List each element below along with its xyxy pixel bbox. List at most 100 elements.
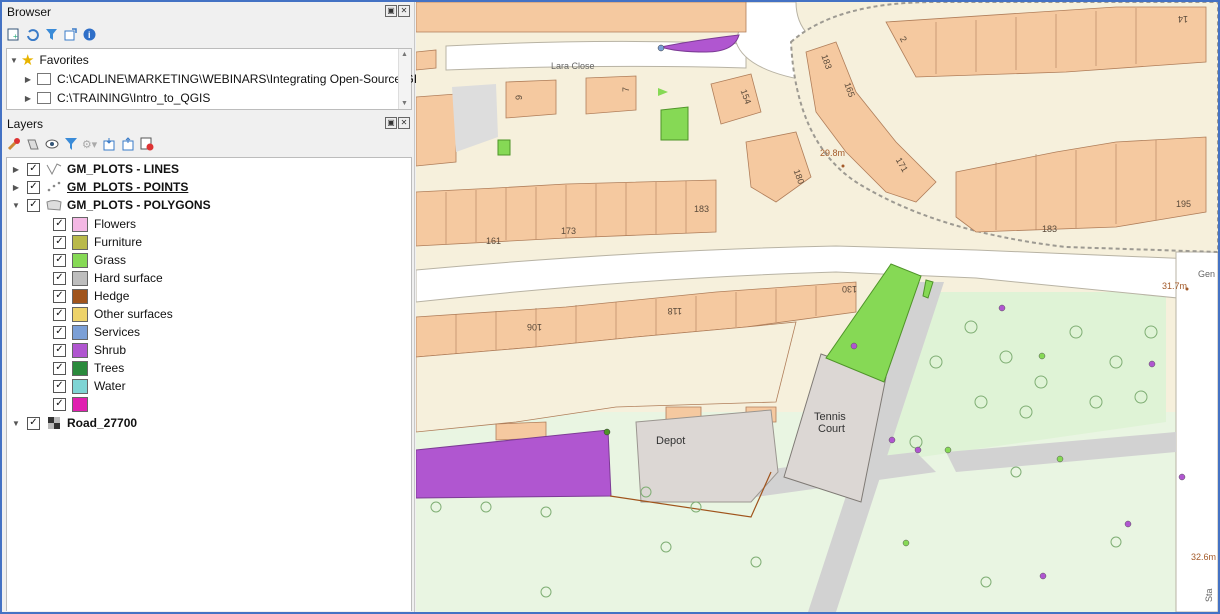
category-checkbox[interactable]: ✓ (53, 253, 66, 267)
favorite-folder-item[interactable]: ▶ C:\TRAINING\Intro_to_QGIS (23, 89, 210, 107)
grass-polygon (660, 106, 689, 141)
category-checkbox[interactable]: ✓ (53, 361, 66, 375)
court-label: Court (818, 423, 845, 435)
raster-layer-icon (46, 417, 62, 429)
expand-all-icon[interactable] (101, 137, 116, 152)
color-swatch (72, 396, 88, 412)
legend-item-flowers[interactable]: ✓ Flowers (53, 215, 136, 233)
color-swatch (72, 306, 88, 322)
layer-visibility-checkbox[interactable]: ✓ (27, 416, 40, 430)
collapse-arrow-icon[interactable]: ▼ (11, 201, 21, 210)
svg-text:7: 7 (621, 87, 631, 92)
expand-arrow-icon[interactable]: ▶ (23, 75, 33, 84)
collapse-all-icon[interactable] (63, 27, 78, 42)
float-panel-button[interactable]: ▣ (385, 117, 397, 129)
layer-visibility-checkbox[interactable]: ✓ (27, 162, 40, 176)
close-panel-button[interactable]: ✕ (398, 5, 410, 17)
svg-text:195: 195 (1176, 199, 1191, 209)
legend-item-shrub[interactable]: ✓ Shrub (53, 341, 126, 359)
category-checkbox[interactable]: ✓ (53, 307, 66, 321)
legend-item-other[interactable]: ✓ (53, 395, 94, 413)
folder-icon (37, 73, 51, 85)
category-checkbox[interactable]: ✓ (53, 325, 66, 339)
browser-toolbar: + i (6, 24, 97, 44)
add-group-icon[interactable] (25, 137, 40, 152)
color-swatch (72, 252, 88, 268)
expand-arrow-icon[interactable]: ▶ (23, 94, 33, 103)
layer-item-polygons[interactable]: ▼ ✓ GM_PLOTS - POLYGONS (11, 196, 211, 214)
category-label: Shrub (94, 343, 127, 357)
browser-panel-title: Browser (7, 5, 52, 19)
layer-item-lines[interactable]: ▶ ✓ GM_PLOTS - LINES (11, 160, 179, 178)
category-label: Hard surface (94, 271, 163, 285)
category-checkbox[interactable]: ✓ (53, 289, 66, 303)
color-swatch (72, 378, 88, 394)
category-label: Services (94, 325, 141, 339)
color-swatch (72, 288, 88, 304)
legend-item-hard-surface[interactable]: ✓ Hard surface (53, 269, 163, 287)
layer-name: GM_PLOTS - LINES (67, 162, 180, 176)
svg-text:Gen: Gen (1198, 269, 1215, 279)
browser-tree: ▼ ★ Favorites ▶ C:\CADLINE\MARKETING\WEB… (6, 48, 425, 110)
layer-visibility-checkbox[interactable]: ✓ (27, 198, 40, 212)
legend-item-water[interactable]: ✓ Water (53, 377, 126, 395)
browser-panel-header: Browser ▣ ✕ (2, 2, 414, 22)
category-checkbox[interactable]: ✓ (53, 397, 66, 411)
layer-item-points[interactable]: ▶ ✓ GM_PLOTS - POINTS (11, 178, 188, 196)
info-icon[interactable]: i (82, 27, 97, 42)
close-panel-button[interactable]: ✕ (398, 117, 410, 129)
category-checkbox[interactable]: ✓ (53, 217, 66, 231)
color-swatch (72, 216, 88, 232)
category-label: Grass (94, 253, 127, 267)
svg-text:Sta: Sta (1204, 588, 1214, 602)
color-swatch (72, 270, 88, 286)
color-swatch (72, 324, 88, 340)
legend-item-furniture[interactable]: ✓ Furniture (53, 233, 142, 251)
svg-text:173: 173 (561, 226, 576, 236)
category-checkbox[interactable]: ✓ (53, 235, 66, 249)
layer-visibility-checkbox[interactable]: ✓ (27, 180, 40, 194)
legend-item-hedge[interactable]: ✓ Hedge (53, 287, 129, 305)
category-checkbox[interactable]: ✓ (53, 271, 66, 285)
layer-name: Road_27700 (67, 416, 138, 430)
svg-text:118: 118 (668, 306, 682, 316)
legend-item-other-surfaces[interactable]: ✓ Other surfaces (53, 305, 173, 323)
float-panel-button[interactable]: ▣ (385, 5, 397, 17)
style-brush-icon[interactable] (6, 137, 21, 152)
favorite-folder-item[interactable]: ▶ C:\CADLINE\MARKETING\WEBINARS\Integrat… (23, 70, 425, 88)
map-svg[interactable]: Lara Close Depot Tennis Court 183 173 16… (416, 2, 1218, 612)
browser-scrollbar[interactable]: ▲ ▼ (398, 49, 411, 109)
folder-icon (37, 92, 51, 104)
refresh-icon[interactable] (25, 27, 40, 42)
filter-legend-icon[interactable] (63, 137, 78, 152)
depot-label: Depot (656, 435, 685, 447)
svg-text:183: 183 (1042, 224, 1057, 234)
svg-text:130: 130 (842, 284, 857, 294)
legend-item-trees[interactable]: ✓ Trees (53, 359, 124, 377)
category-checkbox[interactable]: ✓ (53, 343, 66, 357)
collapse-all-icon[interactable] (120, 137, 135, 152)
street-label: Lara Close (551, 61, 595, 71)
legend-item-grass[interactable]: ✓ Grass (53, 251, 126, 269)
layers-toolbar: ⚙▾ (6, 134, 154, 154)
category-label: Other surfaces (94, 307, 173, 321)
filter-icon[interactable] (44, 27, 59, 42)
filter-expression-icon[interactable]: ⚙▾ (82, 137, 97, 152)
manage-visibility-icon[interactable] (44, 137, 59, 152)
collapse-arrow-icon[interactable]: ▼ (11, 419, 21, 428)
expand-arrow-icon[interactable]: ▼ (9, 56, 19, 65)
svg-text:161: 161 (486, 236, 501, 246)
expand-arrow-icon[interactable]: ▶ (11, 165, 21, 174)
remove-layer-icon[interactable] (139, 137, 154, 152)
add-selected-layers-icon[interactable]: + (6, 27, 21, 42)
map-canvas[interactable]: Lara Close Depot Tennis Court 183 173 16… (416, 2, 1218, 612)
layer-item-road[interactable]: ▼ ✓ Road_27700 (11, 414, 137, 432)
grass-polygon (497, 139, 511, 156)
favorites-label: Favorites (39, 53, 89, 67)
legend-item-services[interactable]: ✓ Services (53, 323, 140, 341)
expand-arrow-icon[interactable]: ▶ (11, 183, 21, 192)
favorites-node[interactable]: ▼ ★ Favorites (9, 51, 89, 69)
star-icon: ★ (21, 52, 35, 69)
category-checkbox[interactable]: ✓ (53, 379, 66, 393)
svg-text:i: i (88, 30, 91, 40)
